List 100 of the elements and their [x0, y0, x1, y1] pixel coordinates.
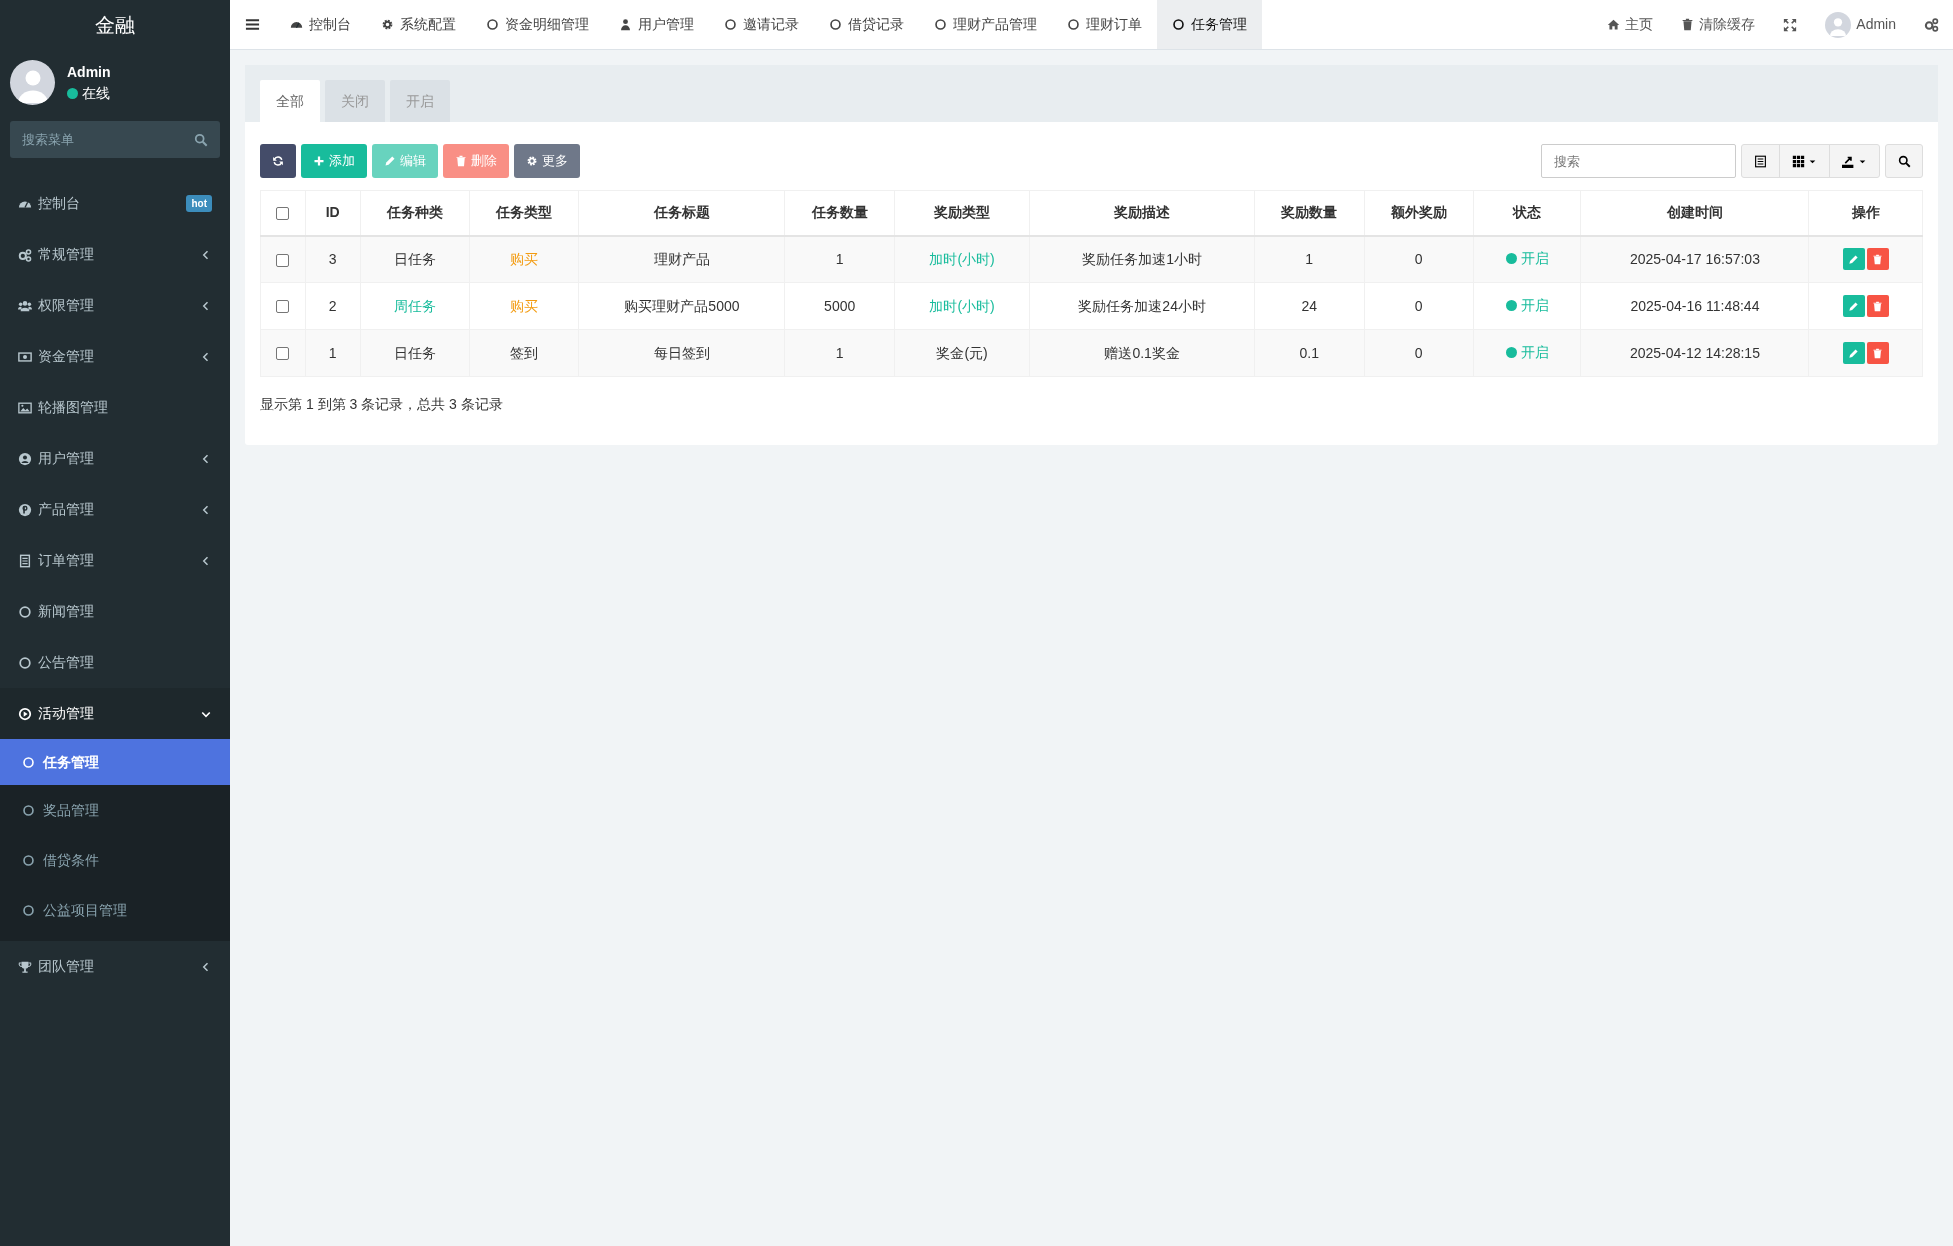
list-icon — [1754, 154, 1767, 168]
table-cell: 2025-04-12 14:28:15 — [1629, 344, 1760, 361]
table-cell: 2025-04-17 16:57:03 — [1629, 250, 1760, 267]
circle-icon — [829, 18, 842, 31]
user-name: Admin — [67, 62, 111, 82]
sidebar-item[interactable]: 公告管理 — [0, 637, 230, 688]
table-cell: 奖励任务加速24小时 — [1078, 297, 1206, 314]
table-cell: 0 — [1414, 344, 1423, 361]
user-status: 在线 — [82, 83, 110, 103]
table-cell: 理财产品 — [653, 250, 710, 267]
table-cell: 1 — [1305, 250, 1314, 267]
brand-title: 金融 — [95, 13, 135, 38]
column-header: 创建时间 — [1666, 204, 1723, 221]
nav-tab[interactable]: 控制台 — [275, 0, 366, 49]
row-checkbox[interactable] — [276, 253, 290, 267]
expand-icon[interactable] — [1783, 17, 1798, 32]
more-button[interactable]: 更多 — [514, 144, 580, 178]
table-cell: 购买理财产品5000 — [624, 297, 740, 314]
edit-row-button[interactable] — [1842, 295, 1865, 318]
delete-row-button[interactable] — [1866, 295, 1889, 318]
submenu-item[interactable]: 奖品管理 — [0, 785, 230, 835]
sidebar-item[interactable]: 权限管理 — [0, 280, 230, 331]
search-icon — [194, 133, 208, 147]
table-cell: 5000 — [824, 297, 856, 314]
nav-tab[interactable]: 理财订单 — [1052, 0, 1157, 49]
clear-cache-link[interactable]: 清除缓存 — [1667, 0, 1770, 49]
circle-icon — [934, 18, 947, 31]
nav-tab[interactable]: 邀请记录 — [709, 0, 814, 49]
trash-icon — [455, 155, 467, 167]
search-button[interactable] — [1885, 144, 1923, 178]
submenu-item[interactable]: 任务管理 — [0, 739, 230, 785]
table-cell: 购买 — [510, 250, 539, 267]
status-text: 开启 — [1520, 343, 1549, 362]
nav-tab[interactable]: 理财产品管理 — [919, 0, 1052, 49]
coin-icon — [18, 502, 32, 517]
menu-icon[interactable] — [245, 17, 260, 32]
trophy-icon — [18, 959, 32, 974]
grid-icon — [1792, 154, 1805, 168]
column-header: 奖励类型 — [934, 204, 991, 221]
nav-tab[interactable]: 资金明细管理 — [471, 0, 604, 49]
sidebar-item[interactable]: 用户管理 — [0, 433, 230, 484]
sidebar-item[interactable]: 活动管理 — [0, 688, 230, 739]
user-menu[interactable]: Admin — [1811, 0, 1910, 49]
sidebar-item[interactable]: 资金管理 — [0, 331, 230, 382]
export-button[interactable] — [1829, 144, 1880, 178]
gears-icon — [18, 247, 32, 262]
column-header: 操作 — [1851, 204, 1880, 221]
user-circle-icon — [18, 451, 32, 466]
columns-button[interactable] — [1779, 144, 1830, 178]
delete-row-button[interactable] — [1866, 342, 1889, 365]
home-link[interactable]: 主页 — [1593, 0, 1668, 49]
submenu-item[interactable]: 公益项目管理 — [0, 885, 230, 935]
search-field[interactable]: 搜索 — [1541, 144, 1736, 178]
submenu-item[interactable]: 借贷条件 — [0, 835, 230, 885]
sidebar-item[interactable]: 轮播图管理 — [0, 382, 230, 433]
column-header: 任务类型 — [496, 204, 553, 221]
table-cell: 日任务 — [393, 344, 436, 361]
row-checkbox[interactable] — [276, 300, 290, 314]
circle-icon — [22, 755, 35, 769]
pencil-icon — [1848, 300, 1860, 312]
trash-icon — [1872, 347, 1884, 359]
filter-tab[interactable]: 全部 — [260, 80, 320, 122]
table-cell: 奖金(元) — [936, 344, 988, 361]
circle-icon — [724, 18, 737, 31]
nav-tab[interactable]: 借贷记录 — [814, 0, 919, 49]
sidebar-item[interactable]: 控制台 hot — [0, 178, 230, 229]
gears-icon[interactable] — [1924, 17, 1939, 32]
sidebar-item[interactable]: 团队管理 — [0, 941, 230, 992]
edit-row-button[interactable] — [1842, 248, 1865, 271]
nav-tab[interactable]: 用户管理 — [604, 0, 709, 49]
nav-tab[interactable]: 任务管理 — [1157, 0, 1262, 49]
table-cell: 0 — [1414, 250, 1423, 267]
select-all-checkbox[interactable] — [276, 207, 290, 221]
home-icon — [1607, 18, 1621, 31]
circle-icon — [18, 655, 32, 670]
delete-row-button[interactable] — [1866, 248, 1889, 271]
gear-icon — [526, 155, 538, 167]
column-header: 任务标题 — [653, 204, 710, 221]
column-header: 奖励数量 — [1281, 204, 1338, 221]
edit-row-button[interactable] — [1842, 342, 1865, 365]
row-checkbox[interactable] — [276, 347, 290, 361]
sidebar-item[interactable]: 新闻管理 — [0, 586, 230, 637]
table-cell: 购买 — [510, 297, 539, 314]
nav-tab[interactable]: 系统配置 — [366, 0, 471, 49]
sidebar-item[interactable]: 常规管理 — [0, 229, 230, 280]
view-toggle-button[interactable] — [1741, 144, 1780, 178]
sidebar-item[interactable]: 产品管理 — [0, 484, 230, 535]
table-cell: 2025-04-16 11:48:44 — [1630, 297, 1760, 314]
trash-icon — [1872, 300, 1884, 312]
table-cell: 签到 — [510, 344, 539, 361]
column-header: ID — [325, 204, 340, 221]
sidebar-item[interactable]: 订单管理 — [0, 535, 230, 586]
gear-icon — [381, 18, 394, 31]
refresh-button[interactable] — [260, 144, 296, 178]
table-cell: 加时(小时) — [929, 297, 995, 314]
table-cell: 3 — [328, 250, 337, 267]
hot-badge: hot — [186, 195, 212, 212]
column-header: 任务数量 — [811, 204, 868, 221]
menu-search-field[interactable]: 搜索菜单 — [10, 121, 220, 158]
table-cell: 1 — [835, 344, 844, 361]
